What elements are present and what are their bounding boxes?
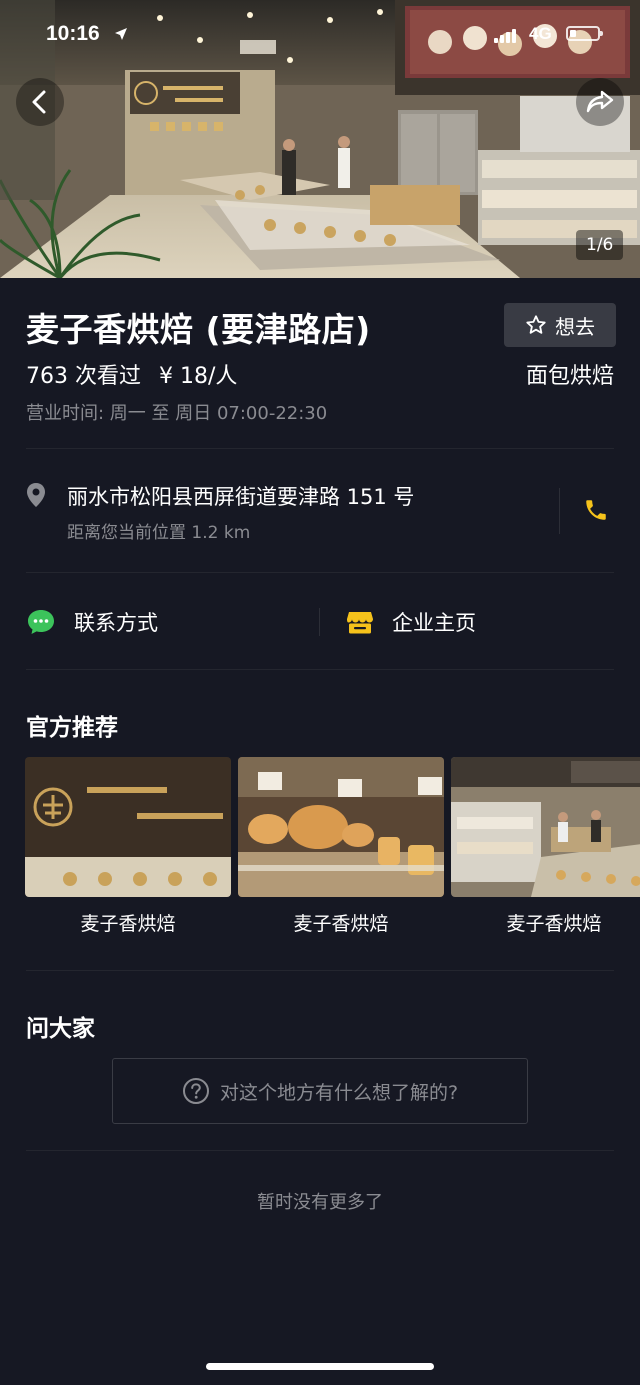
view-count: 763 次看过 — [26, 364, 141, 389]
links-row: 联系方式 企业主页 — [0, 590, 640, 654]
home-indicator[interactable] — [206, 1363, 434, 1370]
share-button[interactable] — [576, 78, 624, 126]
want-to-go-button[interactable]: 想去 — [504, 303, 616, 347]
chat-bubble-icon — [28, 610, 54, 634]
shop-category: 面包烘焙 — [525, 364, 614, 389]
network-type: 4G — [529, 24, 552, 43]
distance-text: 距离您当前位置 1.2 km — [67, 523, 251, 543]
location-arrow-icon — [114, 26, 128, 45]
star-outline-icon — [526, 315, 546, 334]
want-to-go-label: 想去 — [555, 314, 595, 339]
battery-icon — [566, 26, 603, 41]
section-title-ask: 问大家 — [26, 1016, 95, 1042]
shop-name: 麦子香烘焙 (要津路店) — [26, 310, 371, 349]
divider — [319, 608, 320, 636]
business-hours: 营业时间: 周一 至 周日 07:00-22:30 — [26, 403, 328, 424]
status-bar: 10:16 4G — [0, 0, 640, 70]
address-row[interactable]: 丽水市松阳县西屏街道要津路 151 号 距离您当前位置 1.2 km — [0, 460, 640, 560]
divider — [559, 488, 560, 534]
avg-price: ¥ 18/人 — [159, 364, 238, 389]
recommend-card[interactable]: 麦子香烘焙 — [451, 757, 640, 936]
divider — [26, 669, 614, 670]
no-more-text: 暂时没有更多了 — [257, 1192, 383, 1213]
address-text: 丽水市松阳县西屏街道要津路 151 号 — [67, 485, 415, 509]
divider — [26, 572, 614, 573]
chevron-left-icon — [32, 90, 46, 114]
storefront-icon — [347, 612, 373, 634]
divider — [26, 970, 614, 971]
contact-info-label: 联系方式 — [74, 611, 158, 635]
section-title-recommend: 官方推荐 — [26, 715, 118, 741]
back-button[interactable] — [16, 78, 64, 126]
recommend-card[interactable]: 麦子香烘焙 — [25, 757, 231, 936]
hero-photo-gallery[interactable]: 10:16 4G 1/6 — [0, 0, 640, 278]
location-pin-icon — [25, 482, 47, 512]
photo-counter: 1/6 — [576, 230, 624, 260]
company-homepage-label: 企业主页 — [392, 611, 476, 635]
recommend-card[interactable]: 麦子香烘焙 — [238, 757, 444, 936]
share-arrow-icon — [586, 90, 614, 113]
recommend-photo — [238, 757, 444, 897]
shop-detail-page: 10:16 4G 1/6 麦子香烘焙 (要津路店) 想去 763 次看过 ¥ 1… — [0, 0, 640, 1385]
status-time: 10:16 — [46, 22, 100, 45]
divider — [26, 1150, 614, 1151]
recommend-label: 麦子香烘焙 — [506, 913, 602, 935]
ask-placeholder: 对这个地方有什么想了解的? — [219, 1081, 459, 1104]
phone-icon[interactable] — [583, 497, 609, 527]
recommend-carousel[interactable]: 麦子香烘焙 麦子香烘焙 麦子香烘焙 — [0, 757, 640, 947]
question-circle-icon — [182, 1078, 209, 1104]
recommend-label: 麦子香烘焙 — [293, 913, 389, 935]
divider — [26, 448, 614, 449]
recommend-photo — [451, 757, 640, 897]
shop-meta: 763 次看过 ¥ 18/人 — [26, 358, 237, 390]
contact-info-link[interactable]: 联系方式 — [26, 590, 158, 654]
signal-strength-icon — [494, 28, 520, 47]
recommend-label: 麦子香烘焙 — [80, 913, 176, 935]
recommend-photo — [25, 757, 231, 897]
company-homepage-link[interactable]: 企业主页 — [346, 590, 476, 654]
ask-question-input[interactable]: 对这个地方有什么想了解的? — [112, 1058, 528, 1124]
